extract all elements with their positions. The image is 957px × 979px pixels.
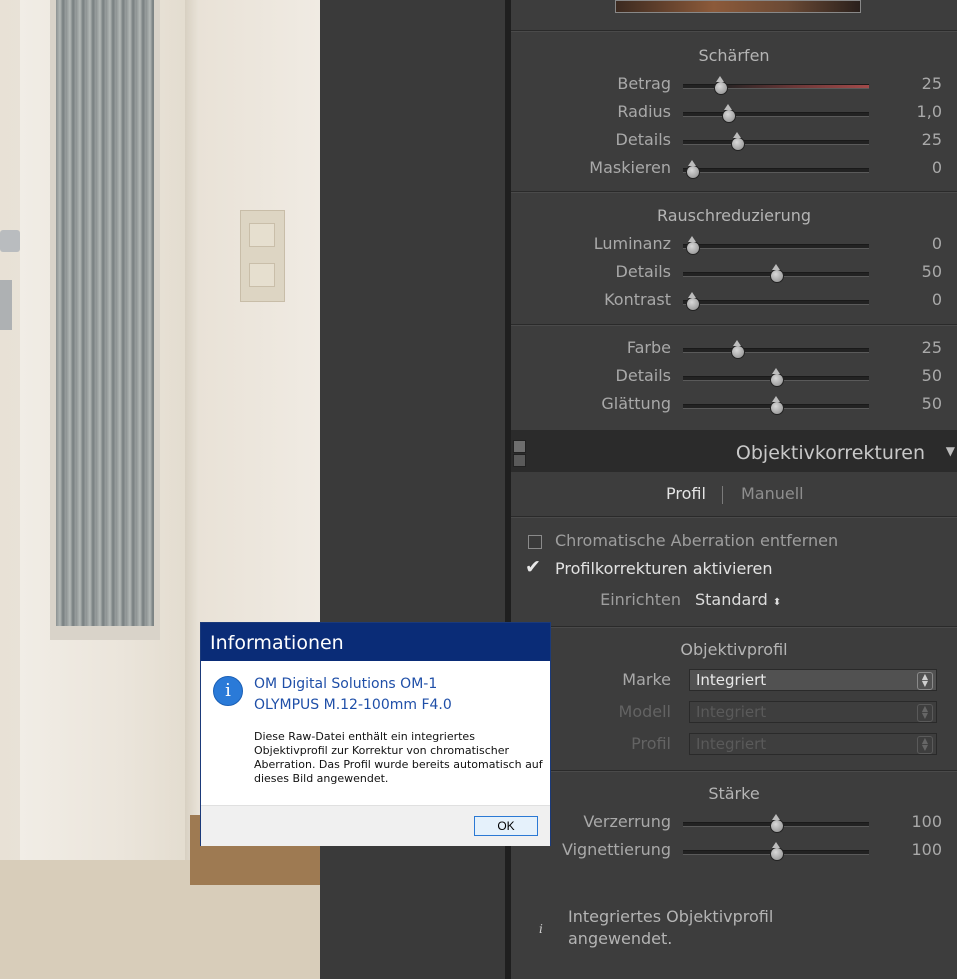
slider-value[interactable]: 25 (882, 338, 942, 357)
info-dialog: Informationen i OM Digital Solutions OM-… (200, 622, 551, 846)
dialog-title: Informationen (210, 632, 344, 654)
remove-ca-checkbox[interactable] (528, 535, 542, 549)
panel-switch-icon[interactable] (513, 454, 526, 467)
profile-applied-info: Integriertes Objektivprofil angewendet. (568, 907, 774, 948)
lens-corrections-title: Objektivkorrekturen (735, 442, 925, 464)
lens-corrections-header[interactable]: Objektivkorrekturen ▼ (511, 430, 957, 472)
updown-arrow-icon: ⬍ (772, 597, 782, 608)
slider-label: Farbe (626, 338, 671, 357)
setup-value: Standard (695, 590, 768, 609)
slider-value[interactable]: 100 (882, 840, 942, 859)
slider-label: Maskieren (589, 158, 671, 177)
make-value: Integriert (696, 671, 767, 689)
develop-panel: Schärfen Betrag 25 Radius 1,0 Details 25 Maski… (511, 0, 957, 979)
slider-value[interactable]: 50 (882, 394, 942, 413)
slider-label: Details (615, 262, 671, 281)
lens-name: OLYMPUS M.12-100mm F4.0 (254, 697, 452, 713)
slider-value[interactable]: 1,0 (882, 102, 942, 121)
model-value: Integriert (696, 703, 767, 721)
slider-value[interactable]: 25 (882, 130, 942, 149)
model-select[interactable]: Integriert ▲ ▼ (689, 701, 937, 723)
spinner-arrows-icon: ▲ ▼ (917, 704, 933, 722)
spinner-arrows-icon: ▲ ▼ (917, 672, 933, 690)
slider-label: Radius (617, 102, 671, 121)
collapse-triangle-icon[interactable]: ▼ (946, 444, 955, 458)
detail-preview-thumbnail[interactable] (615, 0, 861, 13)
panel-switch-icon[interactable] (513, 440, 526, 453)
amount-title: Stärke (708, 784, 760, 803)
dialog-titlebar[interactable]: Informationen (201, 623, 550, 661)
profile-select[interactable]: Integriert ▲ ▼ (689, 733, 937, 755)
slider-value[interactable]: 50 (882, 262, 942, 281)
slider-value[interactable]: 0 (882, 290, 942, 309)
setup-dropdown[interactable]: Standard ⬍ (695, 590, 781, 609)
slider-track[interactable] (683, 84, 869, 89)
make-select[interactable]: Integriert ▲ ▼ (689, 669, 937, 691)
info-icon: i (213, 676, 243, 706)
slider-track[interactable] (683, 300, 869, 305)
door-handle (0, 230, 20, 252)
remove-ca-label[interactable]: Chromatische Aberration entfernen (555, 531, 838, 550)
door-glass (56, 0, 154, 626)
tab-separator (722, 486, 723, 504)
slider-track[interactable] (683, 348, 869, 353)
slider-value[interactable]: 0 (882, 234, 942, 253)
slider-track[interactable] (683, 140, 869, 145)
dialog-footer: OK (201, 805, 550, 846)
slider-track[interactable] (683, 244, 869, 249)
dialog-message: Diese Raw-Datei enthält ein integriertes… (254, 730, 543, 785)
door-lock (0, 280, 12, 330)
sharpen-title: Schärfen (698, 46, 770, 65)
slider-value[interactable]: 50 (882, 366, 942, 385)
noise-title: Rauschreduzierung (656, 206, 812, 225)
checkmark-icon[interactable]: ✔ (525, 558, 541, 577)
slider-label: Betrag (617, 74, 671, 93)
lens-profile-title: Objektivprofil (680, 640, 788, 659)
slider-label: Luminanz (593, 234, 671, 253)
setup-label: Einrichten (600, 590, 681, 609)
slider-value[interactable]: 0 (882, 158, 942, 177)
info-icon: i (539, 922, 543, 936)
lens-tabs: Profil Manuell (511, 484, 957, 506)
slider-label: Details (615, 130, 671, 149)
spinner-arrows-icon: ▲ ▼ (917, 736, 933, 754)
tab-profile[interactable]: Profil (666, 484, 706, 503)
slider-label: Glättung (601, 394, 671, 413)
slider-label: Kontrast (604, 290, 671, 309)
camera-name: OM Digital Solutions OM-1 (254, 676, 438, 692)
profile-value: Integriert (696, 735, 767, 753)
enable-profile-label[interactable]: Profilkorrekturen aktivieren (555, 559, 773, 578)
tab-manual[interactable]: Manuell (741, 484, 804, 503)
slider-track[interactable] (683, 168, 869, 173)
light-switch (240, 210, 285, 302)
slider-value[interactable]: 100 (882, 812, 942, 831)
slider-value[interactable]: 25 (882, 74, 942, 93)
slider-track[interactable] (683, 112, 869, 117)
door-frame (185, 0, 199, 880)
ok-button[interactable]: OK (474, 816, 538, 836)
slider-label: Details (615, 366, 671, 385)
